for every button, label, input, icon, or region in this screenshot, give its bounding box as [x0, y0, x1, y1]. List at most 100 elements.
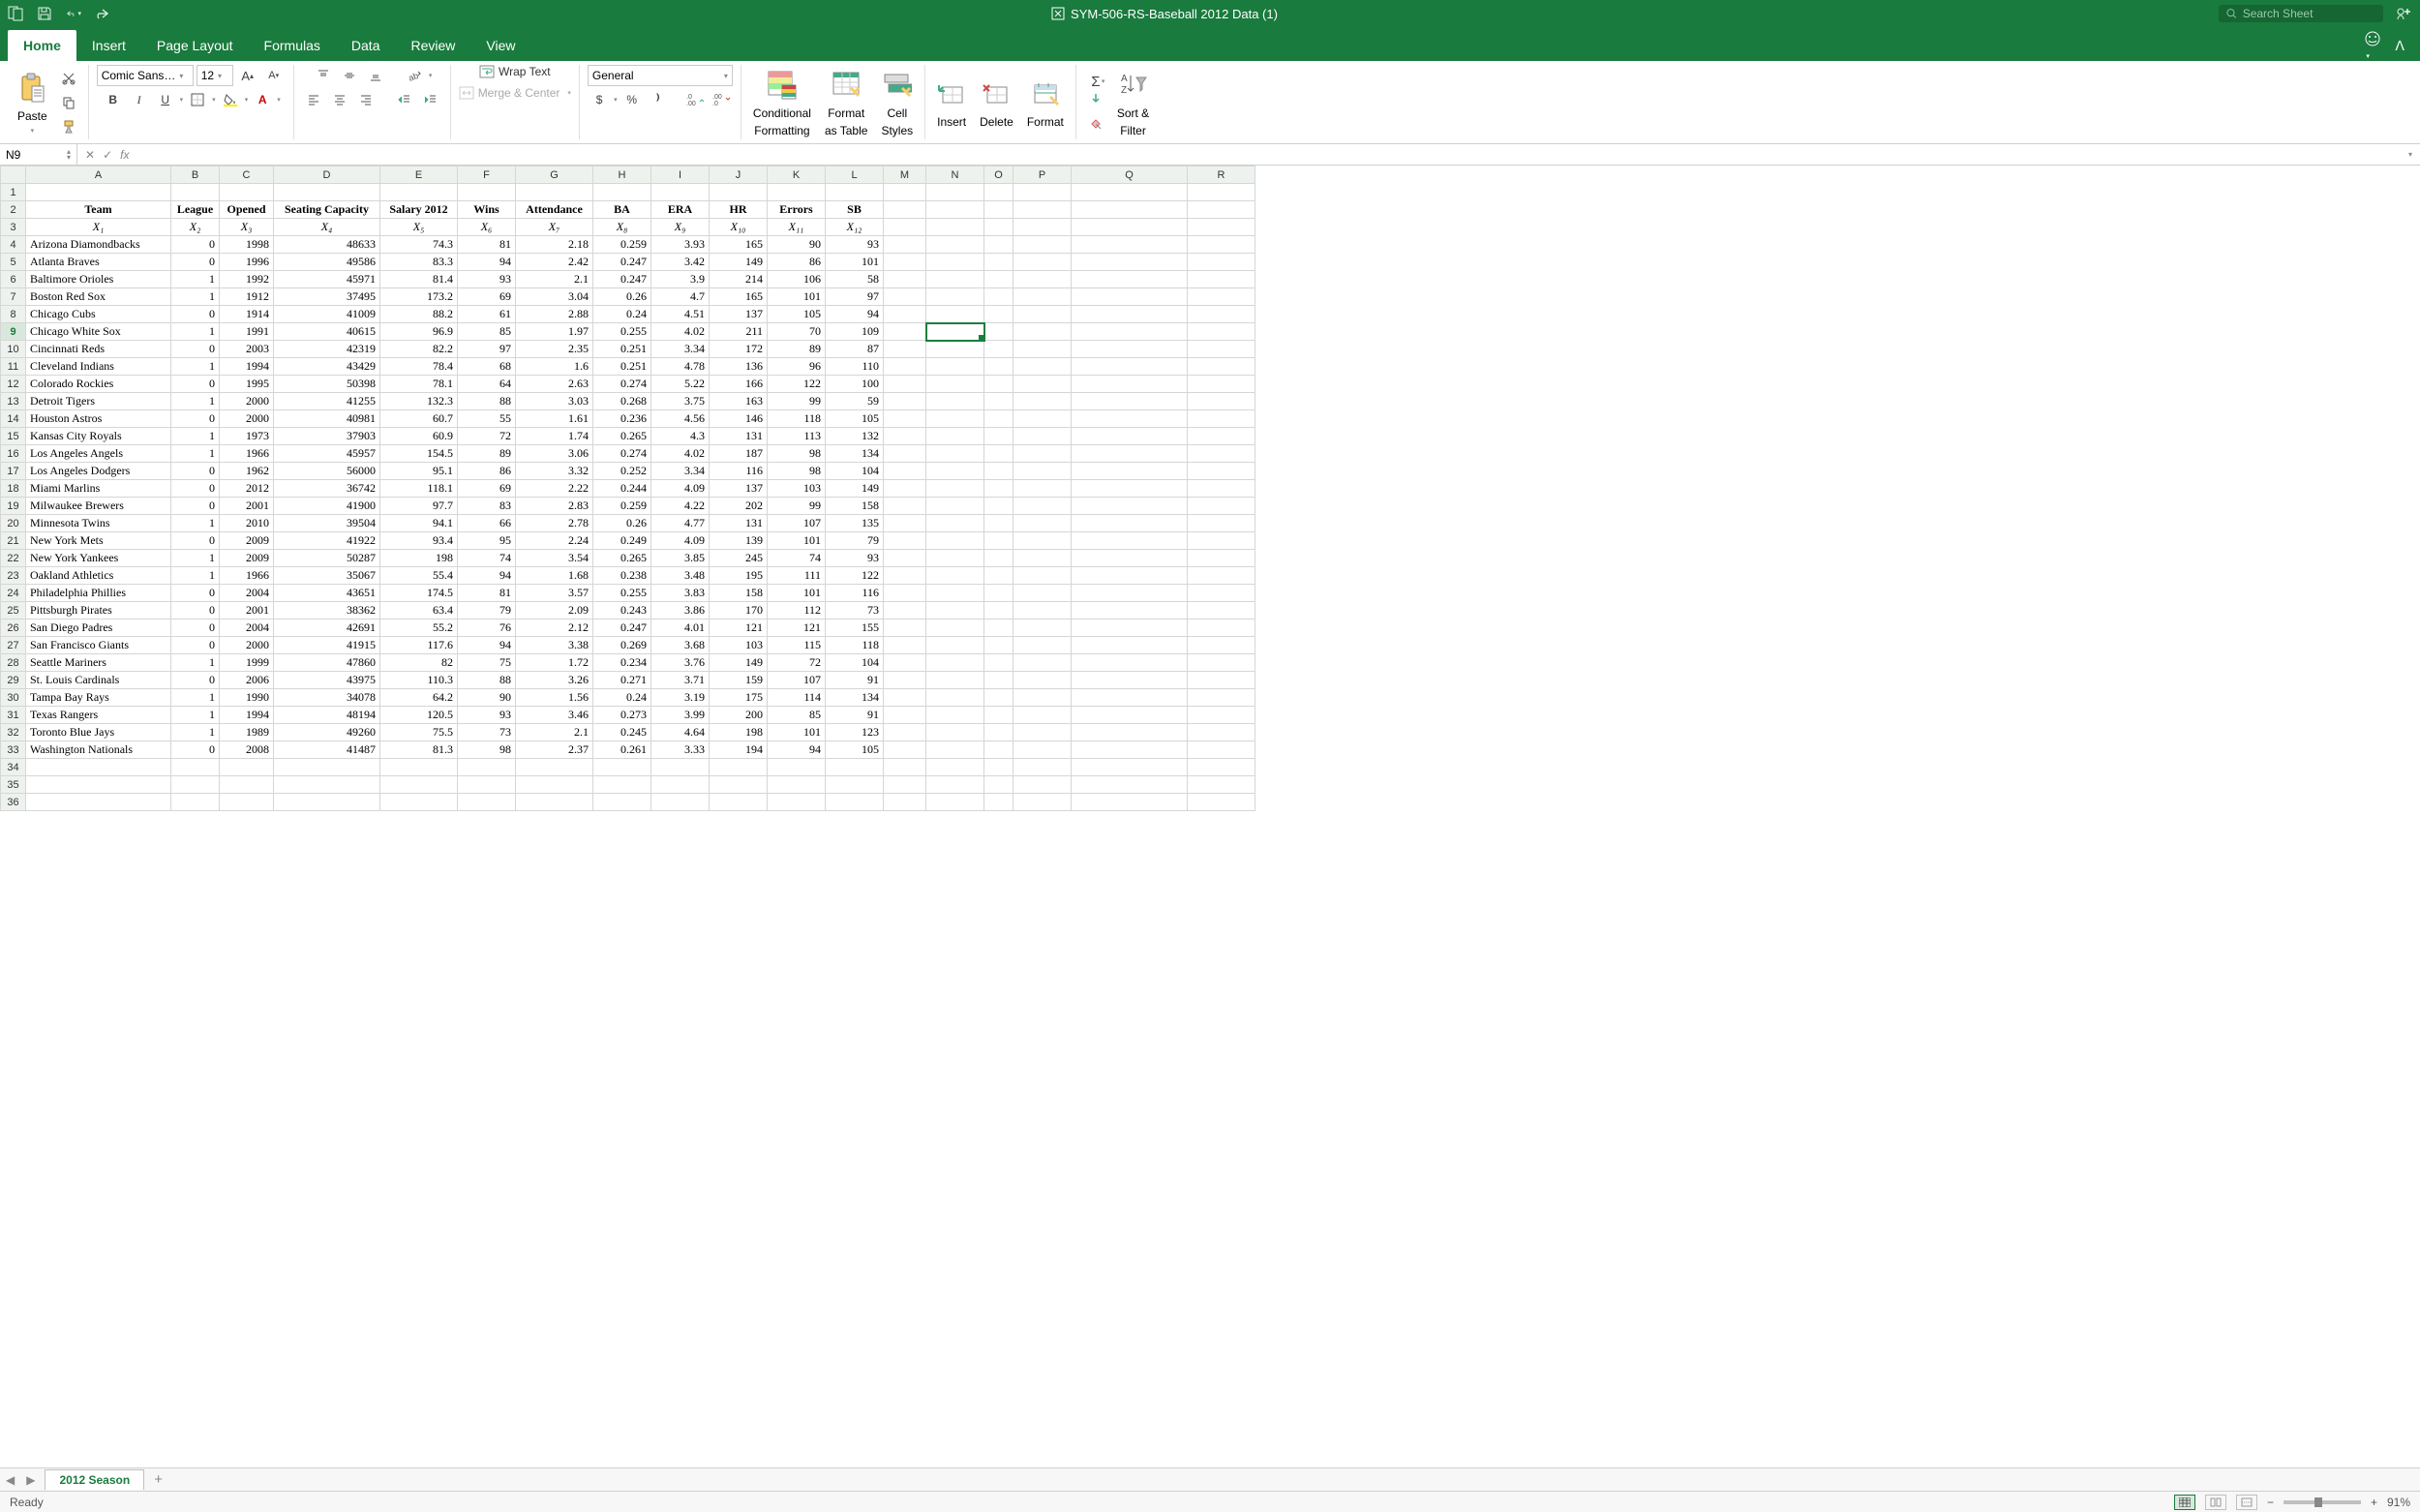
cell[interactable]: 1 — [171, 271, 220, 288]
cell[interactable]: 85 — [768, 707, 826, 724]
share-icon[interactable] — [2395, 6, 2412, 21]
zoom-out-icon[interactable]: − — [2267, 1496, 2274, 1509]
cell[interactable]: BA — [593, 201, 651, 219]
cell[interactable]: 155 — [826, 620, 884, 637]
col-header[interactable]: M — [884, 166, 926, 184]
cell[interactable] — [220, 759, 274, 776]
col-header[interactable]: C — [220, 166, 274, 184]
cell[interactable]: 122 — [768, 376, 826, 393]
cell[interactable] — [984, 620, 1013, 637]
cell[interactable]: 2010 — [220, 515, 274, 532]
cell[interactable]: 41487 — [274, 741, 380, 759]
cell[interactable]: 0.265 — [593, 428, 651, 445]
col-header[interactable]: P — [1013, 166, 1072, 184]
cell[interactable]: 4.7 — [651, 288, 710, 306]
cell[interactable]: 1962 — [220, 463, 274, 480]
cell[interactable]: 94 — [768, 741, 826, 759]
cell[interactable]: 100 — [826, 376, 884, 393]
cell[interactable]: 3.71 — [651, 672, 710, 689]
format-as-table-button[interactable]: Formatas Table — [821, 66, 871, 139]
font-size-combo[interactable]: 12▾ — [197, 65, 233, 86]
cell[interactable]: 60.7 — [380, 410, 458, 428]
cell[interactable] — [1188, 306, 1255, 323]
cell[interactable] — [884, 410, 926, 428]
cell[interactable]: 159 — [710, 672, 768, 689]
cell[interactable] — [984, 602, 1013, 620]
cell[interactable]: 1992 — [220, 271, 274, 288]
cell[interactable]: Attendance — [516, 201, 593, 219]
cell[interactable]: 1999 — [220, 654, 274, 672]
cell[interactable]: 93 — [826, 236, 884, 254]
cell[interactable]: Colorado Rockies — [26, 376, 171, 393]
cell[interactable]: 89 — [458, 445, 516, 463]
cell[interactable] — [710, 759, 768, 776]
cell[interactable]: 83.3 — [380, 254, 458, 271]
select-all-corner[interactable] — [1, 166, 26, 184]
cell[interactable]: 101 — [768, 288, 826, 306]
cell[interactable]: 116 — [826, 585, 884, 602]
cell[interactable]: 158 — [710, 585, 768, 602]
cell[interactable] — [1072, 341, 1188, 358]
row-header[interactable]: 1 — [1, 184, 26, 201]
search-sheet-box[interactable] — [2219, 5, 2383, 22]
cell[interactable] — [1188, 480, 1255, 498]
align-bottom-icon[interactable] — [364, 65, 387, 86]
cell[interactable]: 98 — [768, 463, 826, 480]
cell[interactable]: 0 — [171, 741, 220, 759]
cell[interactable] — [1072, 620, 1188, 637]
cell[interactable] — [984, 567, 1013, 585]
cell[interactable] — [1188, 358, 1255, 376]
cell[interactable]: 89 — [768, 341, 826, 358]
cell[interactable]: 118.1 — [380, 480, 458, 498]
cell[interactable] — [1072, 585, 1188, 602]
cell[interactable]: 86 — [458, 463, 516, 480]
cell[interactable] — [1072, 794, 1188, 811]
cell[interactable] — [926, 637, 984, 654]
cell[interactable] — [1072, 306, 1188, 323]
cell[interactable]: 0.243 — [593, 602, 651, 620]
row-header[interactable]: 27 — [1, 637, 26, 654]
cell[interactable] — [884, 254, 926, 271]
cell[interactable]: Arizona Diamondbacks — [26, 236, 171, 254]
cell[interactable]: 99 — [768, 393, 826, 410]
cell[interactable] — [1188, 498, 1255, 515]
cell[interactable]: 0.255 — [593, 585, 651, 602]
cell[interactable] — [884, 689, 926, 707]
cell[interactable]: 1.97 — [516, 323, 593, 341]
cell[interactable] — [1013, 201, 1072, 219]
cell[interactable]: 3.93 — [651, 236, 710, 254]
cell[interactable] — [1072, 515, 1188, 532]
cell[interactable] — [984, 254, 1013, 271]
cell[interactable]: 39504 — [274, 515, 380, 532]
cell[interactable]: X₈ — [593, 219, 651, 236]
cell[interactable]: 37903 — [274, 428, 380, 445]
row-header[interactable]: 23 — [1, 567, 26, 585]
cell[interactable]: 2.42 — [516, 254, 593, 271]
cell[interactable] — [768, 759, 826, 776]
cell[interactable]: 132 — [826, 428, 884, 445]
cell[interactable] — [884, 236, 926, 254]
cell[interactable]: 78.1 — [380, 376, 458, 393]
cell[interactable] — [1072, 707, 1188, 724]
cell[interactable] — [926, 219, 984, 236]
cell[interactable] — [926, 759, 984, 776]
cell[interactable]: 0 — [171, 410, 220, 428]
cell[interactable]: 1 — [171, 445, 220, 463]
cell[interactable]: 38362 — [274, 602, 380, 620]
cell[interactable]: 3.86 — [651, 602, 710, 620]
cell[interactable] — [984, 532, 1013, 550]
cell[interactable]: 4.09 — [651, 480, 710, 498]
cell[interactable]: 94 — [826, 306, 884, 323]
cell[interactable] — [26, 776, 171, 794]
cell[interactable] — [984, 184, 1013, 201]
cell[interactable] — [884, 741, 926, 759]
cell[interactable]: 56000 — [274, 463, 380, 480]
col-header[interactable]: I — [651, 166, 710, 184]
currency-button[interactable]: $ — [588, 89, 611, 110]
cell[interactable] — [884, 288, 926, 306]
cell[interactable] — [984, 480, 1013, 498]
cell[interactable] — [1072, 393, 1188, 410]
cell[interactable]: 3.04 — [516, 288, 593, 306]
cell[interactable] — [1013, 794, 1072, 811]
cell[interactable]: Oakland Athletics — [26, 567, 171, 585]
